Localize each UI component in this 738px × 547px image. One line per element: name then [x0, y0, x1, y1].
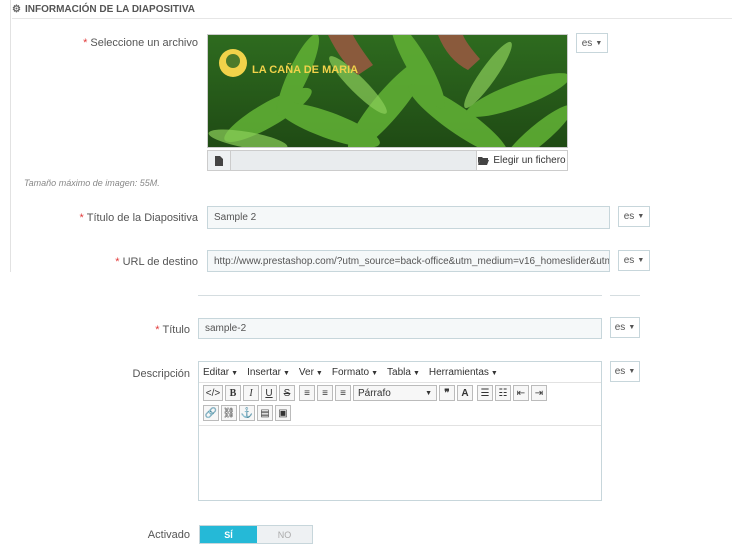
active-label: Activado	[147, 529, 190, 541]
file-lang-dropdown[interactable]: es ▼	[576, 33, 608, 53]
slide-title-lang-dropdown[interactable]: es ▼	[618, 206, 650, 227]
description-label: Descripción	[132, 368, 190, 380]
align-right-icon[interactable]: ≡	[335, 385, 351, 401]
panel-header: ⚙ INFORMACIÓN DE LA DIAPOSITIVA	[12, 0, 732, 19]
max-size-hint: Tamaño máximo de imagen: 55M.	[24, 178, 160, 188]
menu-editar[interactable]: Editar ▼	[203, 367, 238, 378]
caret-down-icon: ▼	[595, 39, 603, 47]
menu-tabla[interactable]: Tabla ▼	[387, 367, 420, 378]
editor-toolbar: </> B I U S ≡ ≡ ≡ Párrafo ▼ ❞ A ☰ ☷ ⇤ ⇥ 🔗…	[199, 383, 601, 426]
editor-menubar: Editar ▼ Insertar ▼ Ver ▼ Formato ▼ Tabla ▼ H…	[199, 362, 601, 383]
title-lang-dropdown[interactable]: es ▼	[610, 317, 640, 338]
bold-icon[interactable]: B	[225, 385, 241, 401]
caret-down-icon: ▼	[628, 368, 636, 375]
format-select[interactable]: Párrafo ▼	[353, 385, 437, 401]
cogs-icon: ⚙	[12, 3, 21, 15]
text-color-icon[interactable]: A	[457, 385, 473, 401]
rich-text-editor: Editar ▼ Insertar ▼ Ver ▼ Formato ▼ Tabla ▼ H…	[198, 361, 602, 501]
bullet-list-icon[interactable]: ☰	[477, 385, 493, 401]
divider	[198, 295, 602, 296]
unlink-icon[interactable]: ⛓	[221, 405, 237, 421]
menu-insertar[interactable]: Insertar ▼	[247, 367, 290, 378]
cannabis-leaves-image: LA CAÑA DE MARIA	[208, 35, 567, 147]
file-chooser[interactable]: Elegir un fichero	[207, 150, 568, 171]
menu-formato[interactable]: Formato ▼	[332, 367, 378, 378]
file-name-field[interactable]	[231, 151, 476, 170]
menu-ver[interactable]: Ver ▼	[299, 367, 323, 378]
active-switch[interactable]: SÍ NO	[199, 525, 313, 544]
panel-title: INFORMACIÓN DE LA DIAPOSITIVA	[24, 3, 195, 15]
url-label: * URL de destino	[115, 256, 198, 268]
caret-down-icon: ▼	[425, 389, 432, 397]
folder-open-icon	[478, 157, 490, 165]
italic-icon[interactable]: I	[243, 385, 259, 401]
slide-image-preview: LA CAÑA DE MARIA	[207, 34, 568, 148]
file-icon	[208, 151, 231, 170]
title-label: * Título	[155, 324, 190, 336]
description-lang-dropdown[interactable]: es ▼	[610, 361, 640, 382]
menu-herramientas[interactable]: Herramientas ▼	[429, 367, 498, 378]
choose-file-button[interactable]: Elegir un fichero	[476, 151, 567, 170]
title-input[interactable]: sample-2	[198, 318, 602, 339]
blockquote-icon[interactable]: ❞	[439, 385, 455, 401]
caret-down-icon: ▼	[637, 213, 645, 220]
outdent-icon[interactable]: ⇤	[513, 385, 529, 401]
switch-off[interactable]: NO	[257, 526, 312, 543]
logo-text: LA CAÑA DE MARIA	[252, 63, 358, 76]
url-lang-dropdown[interactable]: es ▼	[618, 250, 650, 271]
image-icon[interactable]: ▣	[275, 405, 291, 421]
code-icon[interactable]: </>	[203, 385, 223, 401]
underline-icon[interactable]: U	[261, 385, 277, 401]
link-icon[interactable]: 🔗	[203, 405, 219, 421]
slide-title-input[interactable]: Sample 2	[207, 206, 610, 229]
switch-on[interactable]: SÍ	[200, 526, 257, 543]
indent-icon[interactable]: ⇥	[531, 385, 547, 401]
numbered-list-icon[interactable]: ☷	[495, 385, 511, 401]
file-label: * Seleccione un archivo	[83, 37, 198, 49]
caret-down-icon: ▼	[628, 324, 636, 331]
url-input[interactable]: http://www.prestashop.com/?utm_source=ba…	[207, 250, 610, 272]
caret-down-icon: ▼	[637, 257, 645, 264]
divider	[610, 295, 640, 296]
editor-content-area[interactable]	[199, 426, 601, 499]
align-left-icon[interactable]: ≡	[299, 385, 315, 401]
align-center-icon[interactable]: ≡	[317, 385, 333, 401]
strikethrough-icon[interactable]: S	[279, 385, 295, 401]
slide-title-label: * Título de la Diapositiva	[79, 212, 198, 224]
section-gap	[0, 272, 738, 296]
anchor-icon[interactable]: ⚓	[239, 405, 255, 421]
media-icon[interactable]: ▤	[257, 405, 273, 421]
